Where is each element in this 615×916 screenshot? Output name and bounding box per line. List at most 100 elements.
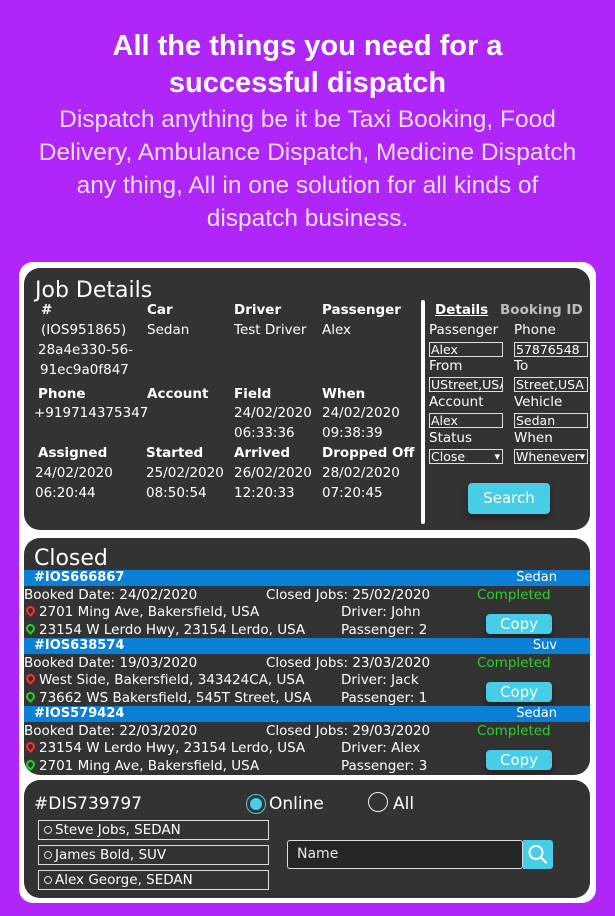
label-phone: Phone [38,386,86,402]
job-car-type: Suv [532,638,557,653]
dropoff-pin-icon [24,622,37,635]
copy-button[interactable]: Copy [486,614,552,634]
job-details-title: Job Details [35,278,153,303]
pickup-pin-icon [24,672,37,685]
label-form-passenger: Passenger [429,322,499,338]
label-id: # [41,302,53,318]
tab-details[interactable]: Details [435,301,488,321]
job-driver: Driver: Jack [341,672,419,688]
copy-button[interactable]: Copy [486,682,552,702]
job-dropped-time: 07:20:45 [322,485,383,501]
pickup-address: 23154 W Lerdo Hwy, 23154 Lerdo, USA [24,739,306,759]
dropoff-text: 23154 W Lerdo Hwy, 23154 Lerdo, USA [39,622,306,638]
hero-subtitle: Dispatch anything be it be Taxi Booking,… [38,106,577,232]
job-status: Completed [477,587,551,603]
job-id-line2: 28a4e330-56- [38,342,134,358]
radio-online[interactable] [246,794,266,814]
dispatch-panel: #DIS739797 Online All Steve Jobs, SEDAN … [24,780,590,898]
job-driver: Driver: John [341,604,421,620]
label-form-phone: Phone [514,322,556,338]
pickup-pin-icon [24,740,37,753]
label-dropped-off: Dropped Off [322,445,415,461]
job-started-date: 25/02/2020 [146,465,224,481]
label-arrived: Arrived [234,445,291,461]
driver-search-button[interactable] [523,840,553,869]
label-passenger: Passenger [322,302,401,318]
copy-button[interactable]: Copy [486,750,552,770]
radio-all[interactable] [368,792,388,812]
driver-list-item[interactable]: James Bold, SUV [38,845,269,865]
job-when-time: 09:38:39 [322,425,383,441]
dropoff-pin-icon [24,758,37,771]
hero: All the things you need for a successful… [0,28,615,235]
label-car: Car [147,302,173,318]
label-form-status: Status [429,430,473,446]
when-select[interactable]: Whenever [514,449,588,464]
vehicle-input[interactable]: Sedan [514,413,588,428]
job-passenger-value: Alex [322,322,352,338]
filter-online-label[interactable]: Online [269,794,324,814]
job-driver-value: Test Driver [234,322,307,338]
label-form-from: From [429,358,463,374]
driver-name: Alex George, SEDAN [55,872,193,888]
search-icon [528,845,548,864]
pickup-pin-icon [24,604,37,617]
label-form-when: When [514,430,553,446]
pickup-text: 23154 W Lerdo Hwy, 23154 Lerdo, USA [39,740,306,756]
from-input[interactable]: UStreet,USA [429,377,503,392]
job-car-type: Sedan [516,570,557,585]
tab-booking-id[interactable]: Booking ID [500,301,583,321]
pickup-address: West Side, Bakersfield, 343424CA, USA [24,671,305,691]
job-started-time: 08:50:54 [146,485,207,501]
phone-input[interactable]: 57876548 [514,342,588,357]
to-input[interactable]: Street,USA [514,377,588,392]
job-field-date: 24/02/2020 [234,405,312,421]
job-id: #IOS579424 [34,706,125,721]
job-id-line3: 91ec9a0f847 [40,362,129,378]
hero-title: All the things you need for a successful… [112,30,503,99]
job-car-value: Sedan [147,322,190,338]
dispatch-id: #DIS739797 [34,794,143,814]
label-driver: Driver [234,302,282,318]
job-id: #IOS666867 [34,570,125,585]
driver-status-icon [44,851,52,859]
label-field: Field [234,386,272,402]
job-assigned-date: 24/02/2020 [35,465,113,481]
job-header-bar: #IOS579424 Sedan [24,706,590,722]
pickup-address: 2701 Ming Ave, Bakersfield, USA [24,603,260,623]
pickup-text: West Side, Bakersfield, 343424CA, USA [39,672,305,688]
pickup-text: 2701 Ming Ave, Bakersfield, USA [39,604,260,620]
account-input[interactable]: Alex [429,413,503,428]
dropoff-address: 2701 Ming Ave, Bakersfield, USA [24,757,259,775]
driver-name: James Bold, SUV [55,847,167,863]
job-header-bar: #IOS638574 Suv [24,638,590,654]
driver-list-item[interactable]: Alex George, SEDAN [38,870,269,890]
driver-list-item[interactable]: Steve Jobs, SEDAN [38,820,269,840]
label-assigned: Assigned [38,445,108,461]
job-arrived-date: 26/02/2020 [234,465,312,481]
job-id: #IOS638574 [34,638,125,653]
status-select[interactable]: Close [429,449,503,464]
job-field-time: 06:33:36 [234,425,295,441]
vertical-divider [421,300,425,524]
job-arrived-time: 12:20:33 [234,485,295,501]
passenger-input[interactable]: Alex [429,342,503,357]
closed-jobs-panel: Closed #IOS666867 Sedan Booked Date: 24/… [24,538,590,775]
job-driver: Driver: Alex [341,740,421,756]
filter-all-label[interactable]: All [393,794,414,814]
driver-search-input[interactable]: Name [287,840,523,869]
when-select-value: Whenever [516,449,580,464]
job-car-type: Sedan [516,706,557,721]
job-phone-value: +919714375347 [34,405,149,421]
search-button[interactable]: Search [468,483,550,514]
label-account: Account [147,386,209,402]
job-assigned-time: 06:20:44 [35,485,96,501]
label-form-account: Account [429,394,484,410]
job-status: Completed [477,655,551,671]
job-header-bar: #IOS666867 Sedan [24,570,590,586]
label-started: Started [146,445,204,461]
job-id-line1: (IOS951865) [41,322,127,338]
label-form-vehicle: Vehicle [514,394,563,410]
label-when: When [322,386,366,402]
job-dropped-date: 28/02/2020 [322,465,400,481]
